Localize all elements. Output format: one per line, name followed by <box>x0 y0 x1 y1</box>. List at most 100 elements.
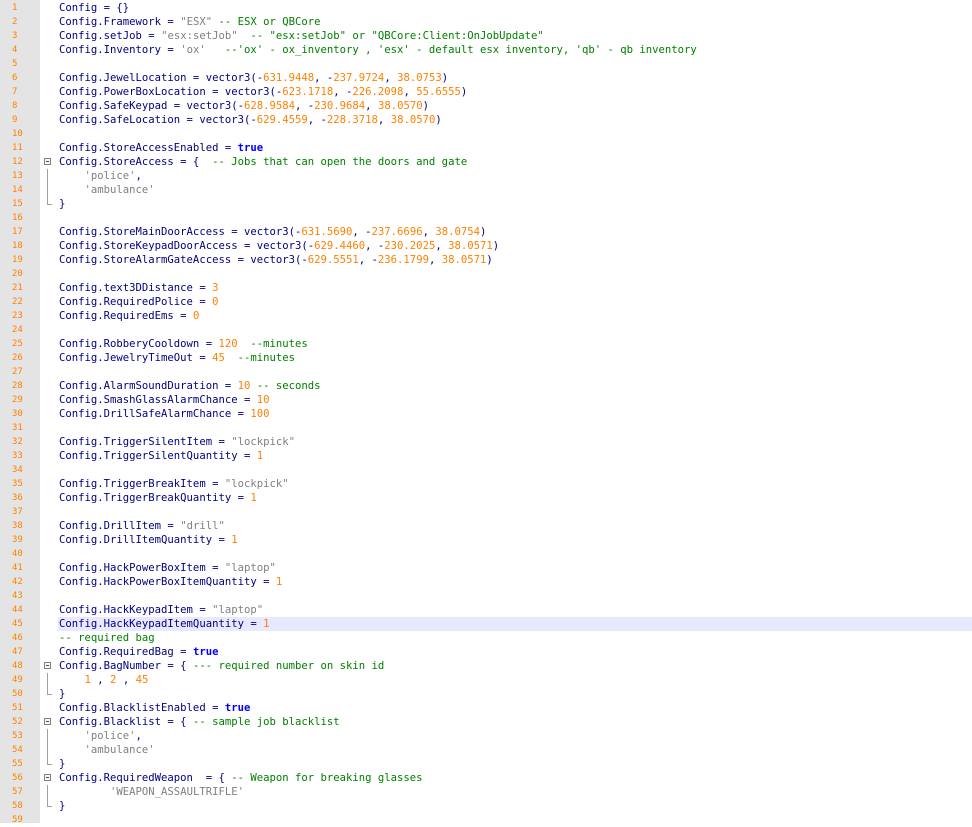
code-token: , <box>135 730 142 742</box>
fold-margin[interactable] <box>40 0 58 823</box>
code-line[interactable] <box>58 365 972 379</box>
fold-cell <box>40 351 58 365</box>
code-line[interactable]: } <box>58 197 972 211</box>
code-line[interactable]: Config.DrillItem = "drill" <box>58 519 972 533</box>
code-line[interactable]: Config.Framework = "ESX" -- ESX or QBCor… <box>58 15 972 29</box>
fold-cell <box>40 533 58 547</box>
fold-collapse-icon[interactable] <box>44 662 51 669</box>
code-token: -- Weapon for breaking glasses <box>231 772 423 784</box>
code-line[interactable]: Config.JewelLocation = vector3(-631.9448… <box>58 71 972 85</box>
code-line[interactable]: Config.StoreMainDoorAccess = vector3(-63… <box>58 225 972 239</box>
code-line[interactable]: Config.HackKeypadItemQuantity = 1 <box>58 617 972 631</box>
code-token: --'ox' - ox_inventory , 'esx' - default … <box>205 44 697 56</box>
line-number: 3 <box>12 31 18 41</box>
code-line[interactable]: Config.RequiredPolice = 0 <box>58 295 972 309</box>
code-line[interactable]: 'ambulance' <box>58 743 972 757</box>
code-line[interactable] <box>58 127 972 141</box>
code-token: 629.4559 <box>256 114 308 126</box>
code-line[interactable] <box>58 267 972 281</box>
code-line[interactable]: 1 , 2 , 45 <box>58 673 972 687</box>
code-line[interactable]: Config.StoreAlarmGateAccess = vector3(-6… <box>58 253 972 267</box>
code-line[interactable]: 'police', <box>58 169 972 183</box>
code-token: 10 <box>256 394 270 406</box>
code-line[interactable] <box>58 547 972 561</box>
code-line[interactable]: Config.RequiredBag = true <box>58 645 972 659</box>
code-line[interactable]: Config.StoreAccessEnabled = true <box>58 141 972 155</box>
code-token: Config.StoreAccessEnabled = <box>59 142 238 154</box>
code-line[interactable] <box>58 57 972 71</box>
code-token: ) <box>492 240 500 252</box>
line-number: 10 <box>12 129 23 139</box>
code-token: Config.HackPowerBoxItemQuantity = <box>59 576 276 588</box>
code-line[interactable]: } <box>58 757 972 771</box>
fold-collapse-icon[interactable] <box>44 158 51 165</box>
code-line[interactable]: Config.DrillItemQuantity = 1 <box>58 533 972 547</box>
code-line[interactable]: Config.StoreAccess = { -- Jobs that can … <box>58 155 972 169</box>
fold-cell <box>40 477 58 491</box>
fold-cell <box>40 575 58 589</box>
code-line[interactable]: Config.TriggerSilentQuantity = 1 <box>58 449 972 463</box>
code-line[interactable] <box>58 813 972 827</box>
fold-end-marker <box>47 799 52 807</box>
code-line[interactable]: Config.BagNumber = { --- required number… <box>58 659 972 673</box>
code-line[interactable]: Config.HackPowerBoxItemQuantity = 1 <box>58 575 972 589</box>
code-token: , <box>90 674 111 686</box>
code-line[interactable]: Config.Inventory = 'ox' --'ox' - ox_inve… <box>58 43 972 57</box>
code-line[interactable]: Config.HackPowerBoxItem = "laptop" <box>58 561 972 575</box>
code-line[interactable]: -- required bag <box>58 631 972 645</box>
code-area[interactable]: Config = {} Config.Framework = "ESX" -- E… <box>58 0 972 823</box>
code-line[interactable]: Config.SmashGlassAlarmChance = 10 <box>58 393 972 407</box>
line-number: 51 <box>12 703 23 713</box>
fold-cell <box>40 379 58 393</box>
code-token: Config.JewelLocation = vector3(- <box>59 72 264 84</box>
code-token: Config = {} <box>59 2 130 14</box>
code-line[interactable] <box>58 463 972 477</box>
code-token: Config.StoreKeypadDoorAccess = vector3(- <box>59 240 315 252</box>
code-line[interactable]: Config.StoreKeypadDoorAccess = vector3(-… <box>58 239 972 253</box>
code-line[interactable]: Config.SafeKeypad = vector3(-628.9584, -… <box>58 99 972 113</box>
code-token: , - <box>307 114 327 126</box>
fold-cell <box>40 505 58 519</box>
code-line[interactable]: Config.TriggerBreakItem = "lockpick" <box>58 477 972 491</box>
code-line[interactable]: Config = {} <box>58 1 972 15</box>
line-number-gutter[interactable]: 1 2 3 4 5 6 7 8 9 10 11 12 13 14 15 16 17 18 19 20 21 22 23 24 2… <box>0 0 40 825</box>
code-line[interactable]: Config.PowerBoxLocation = vector3(-623.1… <box>58 85 972 99</box>
code-token: ) <box>486 254 493 266</box>
code-line[interactable]: 'ambulance' <box>58 183 972 197</box>
code-line[interactable] <box>58 421 972 435</box>
code-line[interactable]: Config.text3DDistance = 3 <box>58 281 972 295</box>
fold-cell <box>40 281 58 295</box>
fold-collapse-icon[interactable] <box>44 774 51 781</box>
fold-collapse-icon[interactable] <box>44 718 51 725</box>
code-line[interactable]: Config.setJob = "esx:setJob" -- "esx:set… <box>58 29 972 43</box>
code-line[interactable]: Config.RequiredEms = 0 <box>58 309 972 323</box>
code-editor[interactable]: 1 2 3 4 5 6 7 8 9 10 11 12 13 14 15 16 17 18 19 20 21 22 23 24 2… <box>0 0 972 825</box>
code-line[interactable] <box>58 211 972 225</box>
code-line[interactable]: } <box>58 687 972 701</box>
line-number: 59 <box>12 815 23 825</box>
code-line[interactable]: Config.TriggerBreakQuantity = 1 <box>58 491 972 505</box>
code-token: "ESX" <box>180 16 213 28</box>
line-number: 43 <box>12 591 23 601</box>
code-line[interactable]: Config.RequiredWeapon = { -- Weapon for … <box>58 771 972 785</box>
code-line[interactable]: } <box>58 799 972 813</box>
code-line[interactable]: Config.Blacklist = { -- sample job black… <box>58 715 972 729</box>
code-line[interactable]: Config.JewelryTimeOut = 45 --minutes <box>58 351 972 365</box>
line-number: 11 <box>12 143 23 153</box>
line-number: 36 <box>12 493 23 503</box>
code-line[interactable] <box>58 323 972 337</box>
code-line[interactable]: Config.RobberyCooldown = 120 --minutes <box>58 337 972 351</box>
code-token: "lockpick" <box>224 478 289 490</box>
code-line[interactable]: Config.TriggerSilentItem = "lockpick" <box>58 435 972 449</box>
code-line[interactable] <box>58 505 972 519</box>
code-line[interactable]: Config.AlarmSoundDuration = 10 -- second… <box>58 379 972 393</box>
code-line[interactable]: Config.DrillSafeAlarmChance = 100 <box>58 407 972 421</box>
code-line[interactable]: Config.BlacklistEnabled = true <box>58 701 972 715</box>
code-line[interactable] <box>58 589 972 603</box>
line-number: 18 <box>12 241 23 251</box>
code-line[interactable]: Config.SafeLocation = vector3(-629.4559,… <box>58 113 972 127</box>
code-line[interactable]: 'police', <box>58 729 972 743</box>
code-line[interactable]: 'WEAPON_ASSAULTRIFLE' <box>58 785 972 799</box>
code-line[interactable]: Config.HackKeypadItem = "laptop" <box>58 603 972 617</box>
